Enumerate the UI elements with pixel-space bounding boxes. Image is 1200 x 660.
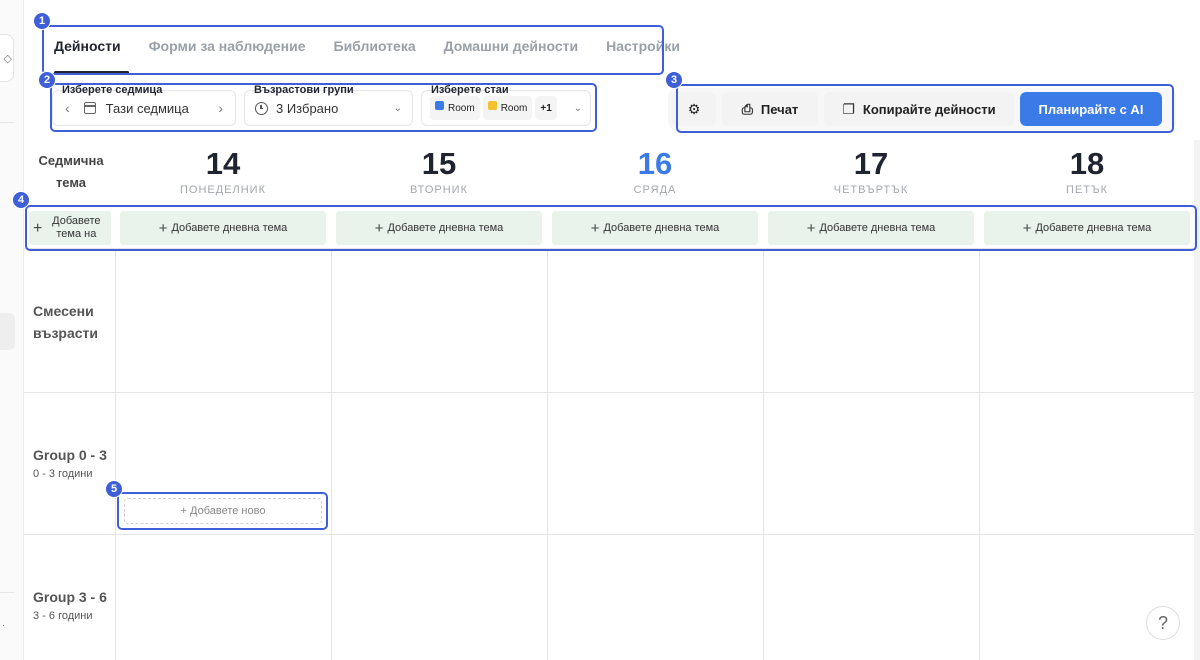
clock-icon	[255, 101, 268, 115]
add-new-activity-button[interactable]: + Добавете ново	[124, 498, 322, 524]
week-value[interactable]: Тази седмица	[106, 101, 219, 116]
room-chip-label: Room	[448, 102, 475, 114]
grid-line	[979, 248, 980, 660]
day-number: 18	[1069, 146, 1105, 181]
prev-week-icon[interactable]: ‹	[65, 100, 70, 116]
sidebar-divider	[0, 122, 14, 123]
add-daily-theme-button[interactable]: + Добавете дневна тема	[552, 211, 758, 245]
room-chip: Room	[482, 96, 533, 120]
settings-button[interactable]: ⚙	[672, 92, 716, 126]
print-label: Печат	[760, 101, 799, 117]
add-daily-theme-label: Добавете дневна тема	[603, 222, 720, 234]
printer-icon: ⎙	[741, 100, 753, 117]
group-3-6: Group 3 - 6	[33, 589, 107, 605]
add-daily-theme-button[interactable]: + Добавете дневна тема	[768, 211, 974, 245]
rooms-filter: Изберете стаи Room Room +1 ⌄	[421, 80, 591, 126]
day-number: 17	[853, 146, 889, 181]
room-color-icon	[435, 100, 444, 110]
grid-line	[547, 248, 548, 660]
day-name: ЧЕТВЪРТЪК	[833, 184, 909, 196]
sidebar-toggle-icon[interactable]: ◇	[0, 34, 14, 82]
print-button[interactable]: ⎙ Печат	[722, 92, 818, 126]
rooms-label: Изберете стаи	[431, 84, 509, 96]
grid-line	[24, 392, 1194, 393]
weekly-theme-label: Седмична тема	[38, 153, 104, 190]
day-name: СРЯДА	[633, 184, 677, 196]
annotation-badge-5: 5	[105, 480, 123, 498]
day-name: ПОНЕДЕЛНИК	[179, 184, 266, 196]
add-daily-theme-label: Добавете дневна тема	[387, 222, 504, 234]
week-filter: Изберете седмица ‹ Тази седмица ›	[52, 80, 236, 126]
chevron-down-icon: ⌄	[573, 102, 582, 114]
plan-with-ai-button[interactable]: Планирайте с AI	[1020, 92, 1162, 126]
filters-bar: Изберете седмица ‹ Тази седмица › Възрас…	[52, 80, 599, 126]
tab-settings[interactable]: Настройки	[596, 28, 690, 74]
grid-line	[763, 248, 764, 660]
plus-icon: +	[374, 219, 384, 237]
age-groups-value: 3 Избрано	[276, 100, 339, 116]
room-color-icon	[487, 100, 497, 110]
sidebar-selected-item[interactable]	[0, 313, 15, 350]
add-weekly-theme-label: Добавете тема на	[52, 215, 101, 240]
add-weekly-theme-button[interactable]: + Добавете тема на	[29, 211, 111, 245]
day-number: 16	[637, 146, 673, 181]
add-daily-theme-button[interactable]: + Добавете дневна тема	[120, 211, 326, 245]
grid-line	[24, 248, 1194, 249]
age-groups-label: Възрастови групи	[254, 84, 354, 96]
age-groups-filter: Възрастови групи 3 Избрано ⌄	[244, 80, 413, 126]
day-name: ВТОРНИК	[410, 184, 468, 196]
plus-icon: +	[590, 219, 600, 237]
next-week-icon[interactable]: ›	[218, 100, 223, 116]
tab-activities[interactable]: Дейности	[44, 28, 131, 74]
calendar-icon	[83, 102, 96, 114]
day-header-tuesday: 15 ВТОРНИК	[331, 146, 547, 196]
copy-activities-button[interactable]: ❐ Копирайте дейности	[824, 92, 1014, 126]
tab-library[interactable]: Библиотека	[324, 28, 426, 74]
scrollbar[interactable]	[1194, 140, 1200, 660]
day-header-monday: 14 ПОНЕДЕЛНИК	[115, 146, 331, 196]
help-button[interactable]: ?	[1146, 606, 1180, 640]
group-0-3-ages: 0 - 3 години	[33, 468, 93, 480]
grid-line	[115, 248, 116, 660]
grid-line	[24, 534, 1194, 535]
copy-icon: ❐	[842, 100, 855, 117]
plus-icon: +	[33, 219, 43, 237]
copy-label: Копирайте дейности	[862, 101, 996, 117]
group-3-6-ages: 3 - 6 години	[33, 610, 93, 622]
add-daily-theme-button[interactable]: + Добавете дневна тема	[984, 211, 1190, 245]
group-0-3: Group 0 - 3	[33, 447, 107, 463]
add-daily-theme-label: Добавете дневна тема	[1035, 222, 1152, 234]
add-daily-theme-label: Добавете дневна тема	[819, 222, 936, 234]
day-header-thursday: 17 ЧЕТВЪРТЪК	[763, 146, 979, 196]
tab-home-activities[interactable]: Домашни дейности	[434, 28, 588, 74]
annotation-badge-1: 1	[33, 12, 51, 30]
add-daily-theme-button[interactable]: + Добавете дневна тема	[336, 211, 542, 245]
group-mixed-ages: Смесени възрасти	[33, 303, 99, 341]
left-sidebar: ◇ ·	[0, 0, 24, 660]
tab-observation-forms[interactable]: Форми за наблюдение	[139, 28, 316, 74]
more-rooms-badge: +1	[535, 96, 557, 120]
actions-bar: ⚙ ⎙ Печат ❐ Копирайте дейности Планирайт…	[668, 88, 1176, 130]
plus-icon: +	[1022, 219, 1032, 237]
annotation-badge-3: 3	[665, 71, 683, 89]
add-daily-theme-label: Добавете дневна тема	[171, 222, 288, 234]
day-header-wednesday: 16 СРЯДА	[547, 146, 763, 196]
plus-icon: +	[158, 219, 168, 237]
sidebar-more-icon[interactable]: ·	[2, 620, 5, 631]
day-name: ПЕТЪК	[1065, 184, 1109, 196]
grid-line	[331, 248, 332, 660]
chevron-down-icon: ⌄	[393, 102, 402, 114]
gear-icon: ⚙	[687, 100, 701, 117]
week-filter-label: Изберете седмица	[62, 84, 163, 96]
plus-icon: +	[806, 219, 816, 237]
day-number: 14	[205, 146, 241, 181]
annotation-badge-4: 4	[12, 191, 30, 209]
day-number: 15	[421, 146, 457, 181]
sidebar-divider	[0, 592, 14, 593]
room-chip: Room	[430, 96, 480, 120]
day-header-friday: 18 ПЕТЪК	[979, 146, 1195, 196]
annotation-badge-2: 2	[38, 71, 56, 89]
main-tabs: Дейности Форми за наблюдение Библиотека …	[44, 28, 698, 74]
room-chip-label: Room	[500, 102, 528, 114]
